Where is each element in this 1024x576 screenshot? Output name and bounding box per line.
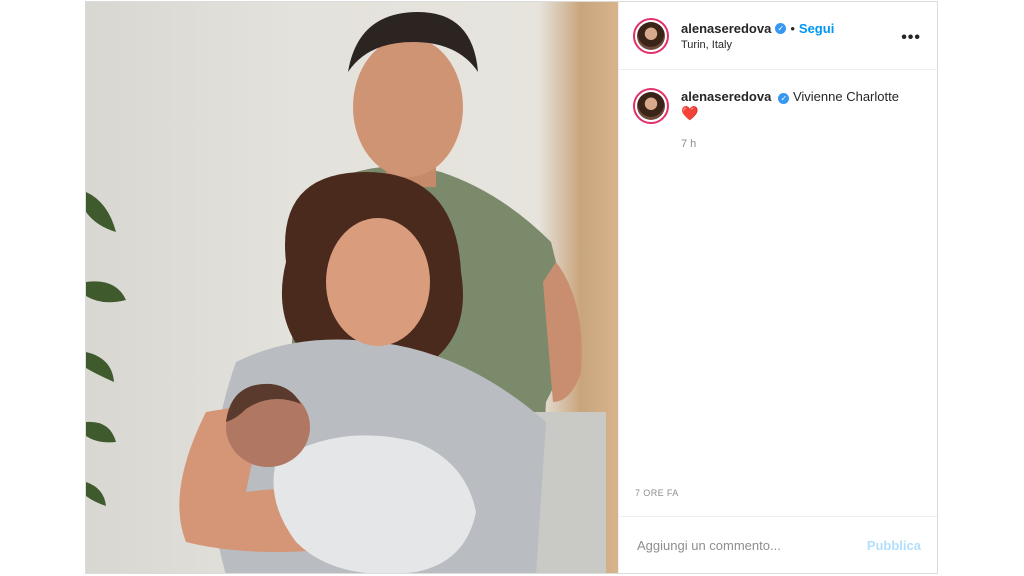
verified-badge-icon: ✓ xyxy=(775,22,787,34)
man-face xyxy=(353,37,463,177)
instagram-post: alenaseredova ✓ • Segui Turin, Italy •••… xyxy=(85,1,938,574)
header-line: alenaseredova ✓ • Segui xyxy=(681,21,834,36)
more-options-icon[interactable]: ••• xyxy=(901,29,921,47)
woman-face xyxy=(326,218,430,346)
comment-input[interactable] xyxy=(635,536,867,554)
header-text: alenaseredova ✓ • Segui Turin, Italy xyxy=(681,21,834,51)
post-sidebar: alenaseredova ✓ • Segui Turin, Italy •••… xyxy=(618,2,937,573)
caption-avatar-image xyxy=(637,92,665,120)
avatar[interactable] xyxy=(633,17,669,54)
post-time-ago[interactable]: 7 ORE FA xyxy=(619,488,937,517)
caption-avatar[interactable] xyxy=(633,88,669,124)
verified-badge-icon: ✓ xyxy=(778,93,790,104)
plant-leaves xyxy=(86,192,126,506)
publish-button[interactable]: Pubblica xyxy=(867,538,921,553)
caption-text: alenaseredova ✓ Vivienne Charlotte ❤️ 7 h xyxy=(681,88,899,153)
follow-button[interactable]: Segui xyxy=(799,21,834,36)
caption-time: 7 h xyxy=(681,138,697,150)
post-header: alenaseredova ✓ • Segui Turin, Italy ••• xyxy=(619,2,937,70)
comment-bar: Pubblica xyxy=(619,517,937,573)
caption-body: Vivienne Charlotte xyxy=(792,89,899,104)
caption: alenaseredova ✓ Vivienne Charlotte ❤️ 7 h xyxy=(619,70,937,153)
family-photo-illustration xyxy=(86,12,606,573)
username-link[interactable]: alenaseredova xyxy=(681,21,771,36)
avatar-image xyxy=(637,21,665,50)
heart-emoji-icon: ❤️ xyxy=(681,105,699,121)
caption-username-link[interactable]: alenaseredova xyxy=(681,89,771,104)
location-link[interactable]: Turin, Italy xyxy=(681,39,834,51)
separator-dot: • xyxy=(790,20,795,36)
post-photo[interactable] xyxy=(86,2,618,573)
